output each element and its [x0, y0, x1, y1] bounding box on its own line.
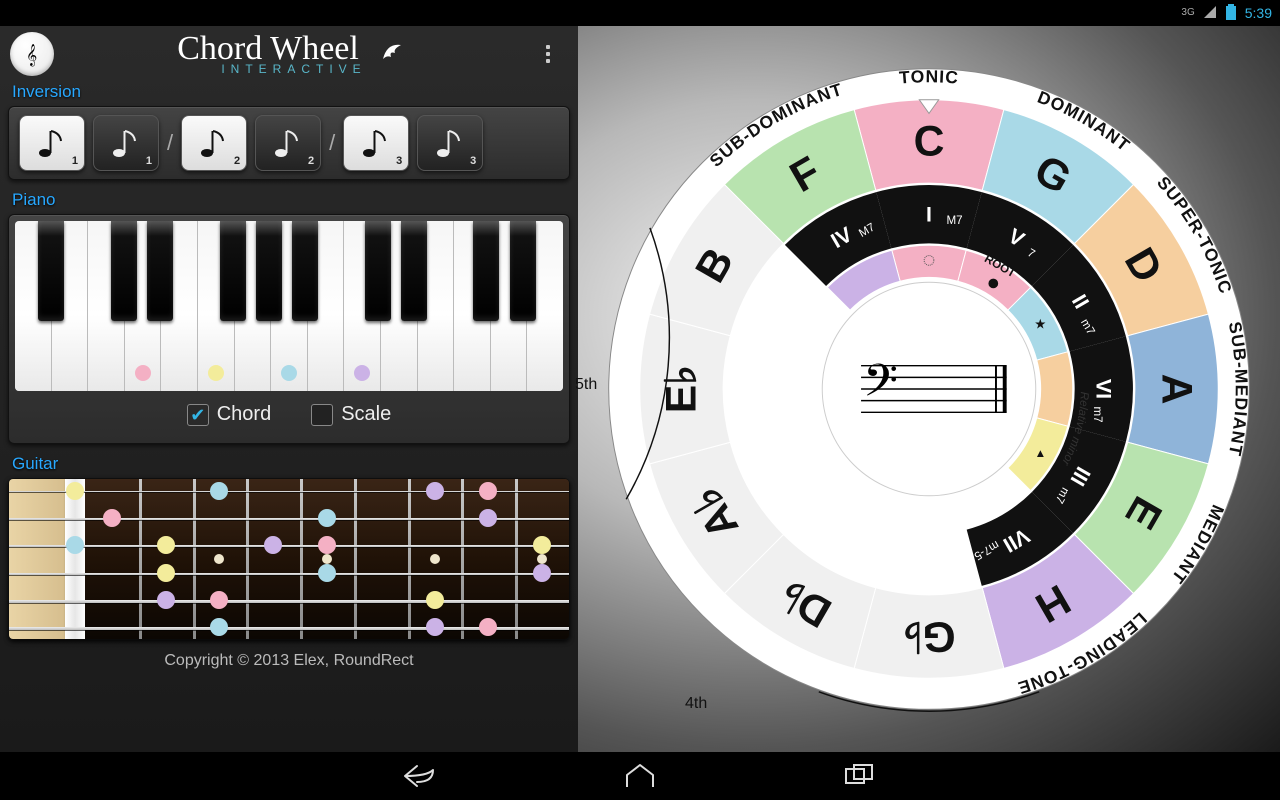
- black-key[interactable]: [220, 221, 246, 321]
- inversion-panel: 11 / 22 / 33: [8, 106, 570, 180]
- overflow-menu-button[interactable]: [534, 40, 562, 68]
- black-key[interactable]: [292, 221, 318, 321]
- piano-note-dot: [354, 365, 370, 381]
- inversion-card-1[interactable]: 1: [19, 115, 85, 171]
- left-panel: 𝄞 Chord Wheel INTERACTIVE Inversion 11 / 2…: [0, 26, 578, 752]
- inversion-card-2[interactable]: 1: [93, 115, 159, 171]
- black-key[interactable]: [38, 221, 64, 321]
- guitar-label: Guitar: [6, 452, 572, 476]
- svg-text:C: C: [914, 118, 945, 166]
- piano-keyboard[interactable]: [15, 221, 563, 391]
- inversion-card-4[interactable]: 2: [255, 115, 321, 171]
- app-icon[interactable]: 𝄞: [10, 32, 54, 76]
- black-key[interactable]: [365, 221, 391, 321]
- black-key[interactable]: [473, 221, 499, 321]
- piano-panel: Chord Scale: [8, 214, 570, 444]
- piano-note-dot: [208, 365, 224, 381]
- svg-text:I: I: [926, 202, 932, 226]
- guitar-fretboard[interactable]: [9, 479, 569, 639]
- svg-text:VI: VI: [1092, 379, 1116, 399]
- inversion-card-6[interactable]: 3: [417, 115, 483, 171]
- piano-note-dot: [281, 365, 297, 381]
- network-label: 3G: [1181, 8, 1194, 18]
- piano-note-dot: [135, 365, 151, 381]
- battery-icon: [1225, 4, 1237, 23]
- clock-time: 5:39: [1245, 5, 1272, 21]
- svg-text:𝄞: 𝄞: [26, 45, 37, 67]
- svg-text:★: ★: [1034, 317, 1046, 332]
- inversion-label: Inversion: [6, 80, 572, 104]
- black-key[interactable]: [401, 221, 427, 321]
- inversion-separator: /: [329, 130, 335, 156]
- black-key[interactable]: [147, 221, 173, 321]
- right-panel: 5th 4th TONICDOMINANTSUPER-TONICSUB-MEDI…: [578, 26, 1280, 752]
- piano-label: Piano: [6, 188, 572, 212]
- nav-bar: [0, 752, 1280, 800]
- svg-text:▲: ▲: [1035, 447, 1047, 460]
- recent-apps-button[interactable]: [840, 756, 880, 796]
- svg-text:M7: M7: [946, 214, 962, 227]
- app-subtitle: INTERACTIVE: [54, 62, 534, 76]
- back-button[interactable]: [400, 756, 440, 796]
- signal-icon: [1203, 5, 1217, 22]
- copyright-text: Copyright © 2013 Elex, RoundRect: [6, 648, 572, 672]
- svg-text:TONIC: TONIC: [898, 66, 959, 87]
- inversion-card-5[interactable]: 3: [343, 115, 409, 171]
- inversion-card-3[interactable]: 2: [181, 115, 247, 171]
- chord-wheel[interactable]: 5th 4th TONICDOMINANTSUPER-TONICSUB-MEDI…: [599, 59, 1259, 719]
- status-bar: 3G 5:39: [0, 0, 1280, 26]
- svg-text:m7: m7: [1091, 406, 1104, 422]
- svg-text:𝄢: 𝄢: [863, 357, 898, 417]
- inversion-separator: /: [167, 130, 173, 156]
- app-header: 𝄞 Chord Wheel INTERACTIVE: [6, 26, 572, 80]
- chord-checkbox[interactable]: Chord: [187, 403, 271, 426]
- black-key[interactable]: [256, 221, 282, 321]
- black-key[interactable]: [111, 221, 137, 321]
- guitar-panel: [8, 478, 570, 640]
- scale-checkbox[interactable]: Scale: [311, 403, 391, 426]
- svg-text:G♭: G♭: [902, 613, 955, 661]
- fifth-hint: 5th: [575, 376, 597, 394]
- black-key[interactable]: [510, 221, 536, 321]
- fourth-hint: 4th: [685, 695, 707, 713]
- app-title: Chord Wheel: [54, 33, 534, 64]
- svg-text:A: A: [1153, 374, 1201, 405]
- home-button[interactable]: [620, 756, 660, 796]
